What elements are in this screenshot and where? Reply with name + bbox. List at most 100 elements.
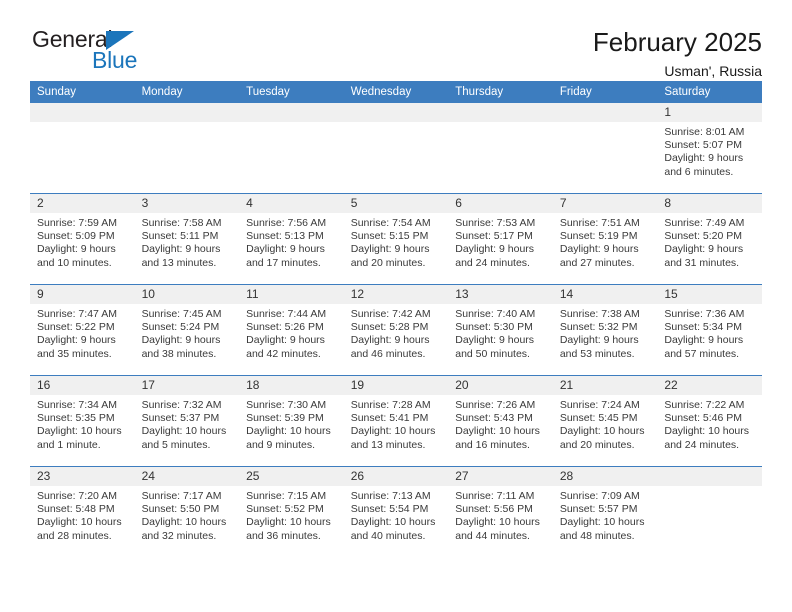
day-cell[interactable]: 28 Sunrise: 7:09 AM Sunset: 5:57 PM Dayligh… [552, 466, 658, 557]
daylight-text-line1: Daylight: 9 hours [664, 243, 744, 256]
day-cell[interactable]: 18 Sunrise: 7:30 AM Sunset: 5:39 PM Dayligh… [239, 375, 344, 467]
sunset-text: Sunset: 5:22 PM [37, 321, 115, 334]
daylight-text-line2: and 50 minutes. [455, 347, 530, 360]
day-number: 25 [239, 467, 344, 486]
general-blue-logo[interactable]: General Blue [30, 28, 180, 76]
daylight-text-line1: Daylight: 10 hours [246, 425, 331, 438]
day-cell[interactable]: 1 Sunrise: 8:01 AM Sunset: 5:07 PM Daylight… [657, 103, 762, 194]
sunset-text: Sunset: 5:11 PM [141, 230, 219, 243]
day-cell-empty [239, 103, 344, 194]
sunset-text: Sunset: 5:17 PM [455, 230, 533, 243]
day-details: Sunrise: 7:59 AM Sunset: 5:09 PM Daylight:… [30, 213, 135, 270]
sunrise-text: Sunrise: 7:58 AM [141, 217, 222, 229]
sunrise-text: Sunrise: 7:56 AM [246, 217, 327, 229]
day-details: Sunrise: 7:53 AM Sunset: 5:17 PM Daylight:… [448, 213, 553, 270]
daylight-text-line2: and 28 minutes. [37, 529, 112, 542]
daylight-text-line2: and 53 minutes. [559, 347, 635, 360]
day-number: 21 [552, 376, 658, 395]
day-cell[interactable]: 10 Sunrise: 7:45 AM Sunset: 5:24 PM Dayligh… [134, 284, 240, 376]
logo-text-blue: Blue [92, 47, 138, 73]
daylight-text-line1: Daylight: 9 hours [455, 334, 535, 347]
day-cell[interactable]: 11 Sunrise: 7:44 AM Sunset: 5:26 PM Dayligh… [239, 284, 344, 376]
day-cell[interactable]: 17 Sunrise: 7:32 AM Sunset: 5:37 PM Dayligh… [134, 375, 240, 467]
sunset-text: Sunset: 5:52 PM [246, 503, 324, 516]
day-cell[interactable]: 22 Sunrise: 7:22 AM Sunset: 5:46 PM Dayligh… [657, 375, 762, 467]
day-cell-empty [552, 103, 658, 194]
day-cell[interactable]: 9 Sunrise: 7:47 AM Sunset: 5:22 PM Daylight… [30, 284, 135, 376]
weekday-header-cell: Saturday [657, 81, 762, 103]
day-cell[interactable]: 14 Sunrise: 7:38 AM Sunset: 5:32 PM Dayligh… [552, 284, 658, 376]
day-number [30, 103, 135, 122]
daylight-text-line2: and 10 minutes. [37, 256, 112, 269]
sunset-text: Sunset: 5:32 PM [559, 321, 638, 334]
day-cell[interactable]: 24 Sunrise: 7:17 AM Sunset: 5:50 PM Dayligh… [134, 466, 240, 557]
day-cell-empty [343, 103, 449, 194]
sunset-text: Sunset: 5:35 PM [37, 412, 115, 425]
day-cell[interactable]: 21 Sunrise: 7:24 AM Sunset: 5:45 PM Dayligh… [552, 375, 658, 467]
day-details: Sunrise: 7:15 AM Sunset: 5:52 PM Daylight:… [239, 486, 344, 543]
sunset-text: Sunset: 5:48 PM [37, 503, 115, 516]
day-number: 2 [30, 194, 135, 213]
day-details: Sunrise: 7:56 AM Sunset: 5:13 PM Daylight:… [239, 213, 344, 270]
day-number [552, 103, 658, 122]
daylight-text-line1: Daylight: 9 hours [141, 243, 221, 256]
day-cell-empty [134, 103, 240, 194]
calendar-week-row: 23 Sunrise: 7:20 AM Sunset: 5:48 PM Dayligh… [30, 466, 762, 557]
day-number [448, 103, 553, 122]
day-cell[interactable]: 15 Sunrise: 7:36 AM Sunset: 5:34 PM Dayligh… [657, 284, 762, 376]
day-cell[interactable]: 12 Sunrise: 7:42 AM Sunset: 5:28 PM Dayligh… [343, 284, 449, 376]
calendar-body: 1 Sunrise: 8:01 AM Sunset: 5:07 PM Daylight… [30, 103, 762, 557]
sunrise-text: Sunrise: 7:40 AM [455, 308, 536, 320]
daylight-text-line1: Daylight: 10 hours [559, 516, 645, 529]
sunset-text: Sunset: 5:15 PM [350, 230, 429, 243]
daylight-text-line2: and 24 minutes. [664, 438, 740, 451]
day-cell[interactable]: 7 Sunrise: 7:51 AM Sunset: 5:19 PM Daylight… [552, 193, 658, 285]
sunrise-text: Sunrise: 7:15 AM [246, 490, 327, 502]
day-cell[interactable]: 16 Sunrise: 7:34 AM Sunset: 5:35 PM Dayligh… [30, 375, 135, 467]
day-details: Sunrise: 7:26 AM Sunset: 5:43 PM Daylight:… [448, 395, 553, 452]
sunrise-text: Sunrise: 7:54 AM [350, 217, 431, 229]
sunrise-text: Sunrise: 7:13 AM [350, 490, 431, 502]
sunset-text: Sunset: 5:20 PM [664, 230, 743, 243]
day-number: 23 [30, 467, 135, 486]
day-cell[interactable]: 25 Sunrise: 7:15 AM Sunset: 5:52 PM Dayligh… [239, 466, 344, 557]
day-cell[interactable]: 20 Sunrise: 7:26 AM Sunset: 5:43 PM Dayligh… [448, 375, 553, 467]
day-details: Sunrise: 7:09 AM Sunset: 5:57 PM Daylight:… [553, 486, 658, 543]
daylight-text-line1: Daylight: 10 hours [141, 425, 227, 438]
sunrise-text: Sunrise: 8:01 AM [664, 126, 745, 138]
daylight-text-line1: Daylight: 9 hours [141, 334, 221, 347]
day-cell[interactable]: 26 Sunrise: 7:13 AM Sunset: 5:54 PM Dayligh… [343, 466, 449, 557]
daylight-text-line2: and 31 minutes. [664, 256, 740, 269]
daylight-text-line1: Daylight: 10 hours [37, 516, 122, 529]
day-details: Sunrise: 7:36 AM Sunset: 5:34 PM Daylight:… [657, 304, 762, 361]
day-cell[interactable]: 19 Sunrise: 7:28 AM Sunset: 5:41 PM Dayligh… [343, 375, 449, 467]
day-details: Sunrise: 7:45 AM Sunset: 5:24 PM Daylight:… [135, 304, 240, 361]
daylight-text-line1: Daylight: 10 hours [455, 516, 540, 529]
day-cell[interactable]: 27 Sunrise: 7:11 AM Sunset: 5:56 PM Dayligh… [448, 466, 553, 557]
day-number: 6 [448, 194, 553, 213]
daylight-text-line2: and 57 minutes. [664, 347, 740, 360]
sunrise-text: Sunrise: 7:51 AM [559, 217, 640, 229]
day-number [657, 467, 762, 486]
daylight-text-line1: Daylight: 9 hours [246, 243, 325, 256]
sunrise-text: Sunrise: 7:11 AM [455, 490, 535, 502]
weekday-header-cell: Wednesday [343, 81, 449, 103]
day-cell[interactable]: 23 Sunrise: 7:20 AM Sunset: 5:48 PM Dayligh… [30, 466, 135, 557]
day-cell[interactable]: 4 Sunrise: 7:56 AM Sunset: 5:13 PM Daylight… [239, 193, 344, 285]
day-details: Sunrise: 7:17 AM Sunset: 5:50 PM Daylight:… [135, 486, 240, 543]
day-cell[interactable]: 2 Sunrise: 7:59 AM Sunset: 5:09 PM Daylight… [30, 193, 135, 285]
weekday-header: Sunday Monday Tuesday Wednesday Thursday Frid… [30, 81, 762, 103]
day-cell[interactable]: 8 Sunrise: 7:49 AM Sunset: 5:20 PM Daylight… [657, 193, 762, 285]
day-number: 7 [552, 194, 658, 213]
daylight-text-line2: and 42 minutes. [246, 347, 321, 360]
day-cell[interactable]: 3 Sunrise: 7:58 AM Sunset: 5:11 PM Daylight… [134, 193, 240, 285]
day-cell[interactable]: 5 Sunrise: 7:54 AM Sunset: 5:15 PM Daylight… [343, 193, 449, 285]
day-cell[interactable]: 13 Sunrise: 7:40 AM Sunset: 5:30 PM Dayligh… [448, 284, 553, 376]
day-details: Sunrise: 7:51 AM Sunset: 5:19 PM Daylight:… [553, 213, 658, 270]
calendar-week-row: 16 Sunrise: 7:34 AM Sunset: 5:35 PM Dayligh… [30, 375, 762, 467]
day-details: Sunrise: 7:47 AM Sunset: 5:22 PM Daylight:… [30, 304, 135, 361]
day-number [239, 103, 344, 122]
day-details: Sunrise: 8:01 AM Sunset: 5:07 PM Daylight:… [657, 122, 762, 179]
day-cell[interactable]: 6 Sunrise: 7:53 AM Sunset: 5:17 PM Daylight… [448, 193, 553, 285]
day-number: 24 [134, 467, 240, 486]
